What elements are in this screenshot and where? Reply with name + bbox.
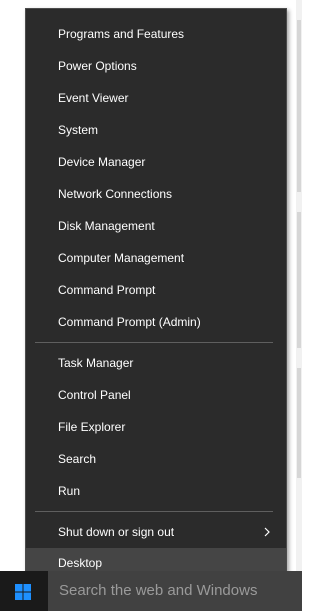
menu-separator bbox=[35, 342, 273, 343]
menu-item-power-options[interactable]: Power Options bbox=[26, 50, 286, 82]
background-window-mark bbox=[297, 368, 301, 478]
menu-item-task-manager[interactable]: Task Manager bbox=[26, 347, 286, 379]
background-window-mark bbox=[297, 212, 301, 348]
background-window-mark bbox=[297, 20, 301, 192]
menu-item-system[interactable]: System bbox=[26, 114, 286, 146]
chevron-right-icon bbox=[264, 527, 270, 537]
background-window-edge bbox=[296, 0, 302, 571]
menu-item-device-manager[interactable]: Device Manager bbox=[26, 146, 286, 178]
menu-item-network-connections[interactable]: Network Connections bbox=[26, 178, 286, 210]
menu-item-search[interactable]: Search bbox=[26, 443, 286, 475]
windows-logo-icon bbox=[15, 584, 31, 600]
menu-item-file-explorer[interactable]: File Explorer bbox=[26, 411, 286, 443]
menu-item-control-panel[interactable]: Control Panel bbox=[26, 379, 286, 411]
menu-item-command-prompt[interactable]: Command Prompt bbox=[26, 274, 286, 306]
taskbar: Search the web and Windows bbox=[0, 571, 302, 611]
menu-item-programs-and-features[interactable]: Programs and Features bbox=[26, 18, 286, 50]
menu-item-command-prompt-admin[interactable]: Command Prompt (Admin) bbox=[26, 306, 286, 338]
menu-item-event-viewer[interactable]: Event Viewer bbox=[26, 82, 286, 114]
start-button[interactable] bbox=[0, 571, 48, 611]
menu-separator bbox=[35, 511, 273, 512]
menu-item-computer-management[interactable]: Computer Management bbox=[26, 242, 286, 274]
menu-item-shut-down-or-sign-out[interactable]: Shut down or sign out bbox=[26, 516, 286, 548]
search-input[interactable]: Search the web and Windows bbox=[48, 571, 302, 611]
menu-item-disk-management[interactable]: Disk Management bbox=[26, 210, 286, 242]
quick-link-menu: Programs and Features Power Options Even… bbox=[25, 8, 287, 579]
search-placeholder: Search the web and Windows bbox=[59, 582, 258, 599]
menu-item-run[interactable]: Run bbox=[26, 475, 286, 507]
menu-item-label: Shut down or sign out bbox=[58, 525, 175, 539]
